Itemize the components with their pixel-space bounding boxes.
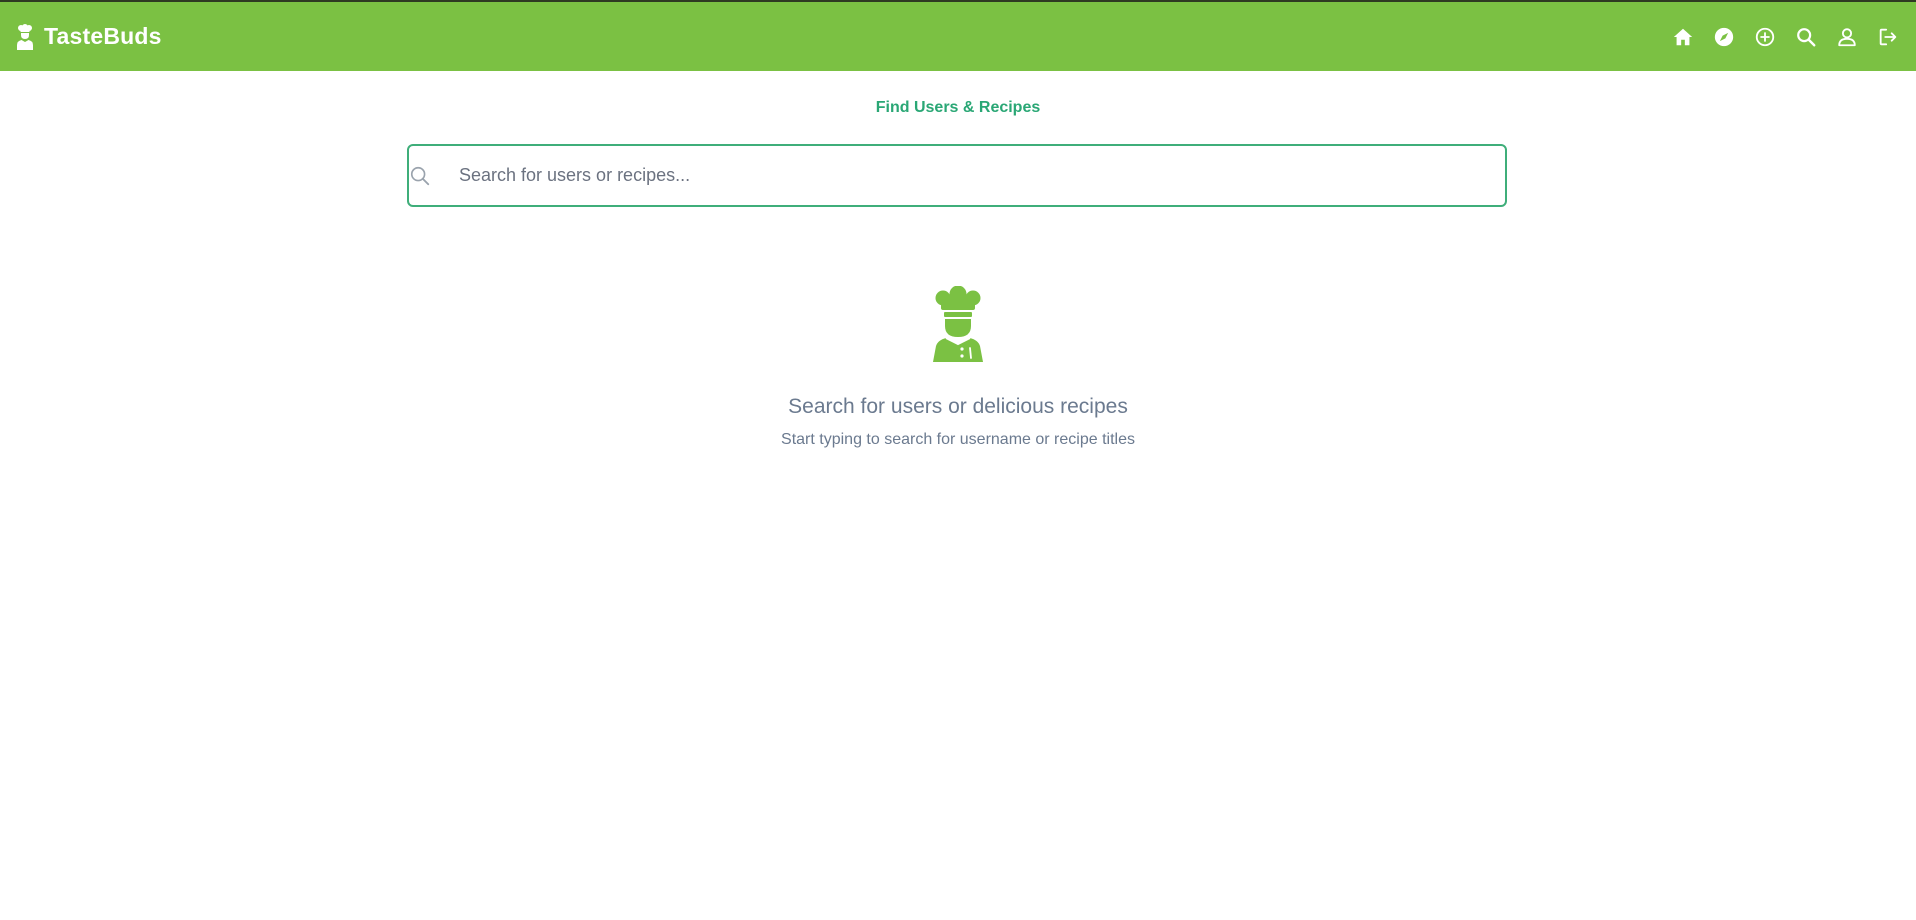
page-title: Find Users & Recipes <box>875 99 1041 116</box>
search-nav-button[interactable] <box>1794 25 1818 49</box>
profile-icon <box>1838 27 1856 46</box>
profile-nav-button[interactable] <box>1835 25 1859 49</box>
navbar: TasteBuds <box>0 2 1916 71</box>
brand-link[interactable]: TasteBuds <box>16 23 162 50</box>
home-nav-button[interactable] <box>1671 25 1695 49</box>
search-page: Find Users & Recipes Search for users or… <box>0 71 1916 920</box>
explore-nav-button[interactable] <box>1712 25 1736 49</box>
chef-icon <box>933 286 983 362</box>
empty-state-title: Search for users or delicious recipes <box>788 395 1128 418</box>
add-icon <box>1755 27 1775 46</box>
nav-icon-bar <box>1671 25 1900 49</box>
search-input[interactable] <box>457 146 1497 205</box>
add-recipe-nav-button[interactable] <box>1753 25 1777 49</box>
empty-state: Search for users or delicious recipes St… <box>0 286 1916 449</box>
chef-logo-icon <box>17 23 33 50</box>
search-icon <box>1797 27 1816 46</box>
search-box[interactable] <box>407 144 1507 207</box>
search-input-icon <box>410 166 430 186</box>
brand-name: TasteBuds <box>44 23 162 49</box>
logout-icon <box>1879 28 1897 45</box>
logout-nav-button[interactable] <box>1876 25 1900 49</box>
home-icon <box>1673 28 1693 45</box>
explore-icon <box>1714 27 1734 46</box>
empty-state-subtitle: Start typing to search for username or r… <box>781 431 1135 448</box>
